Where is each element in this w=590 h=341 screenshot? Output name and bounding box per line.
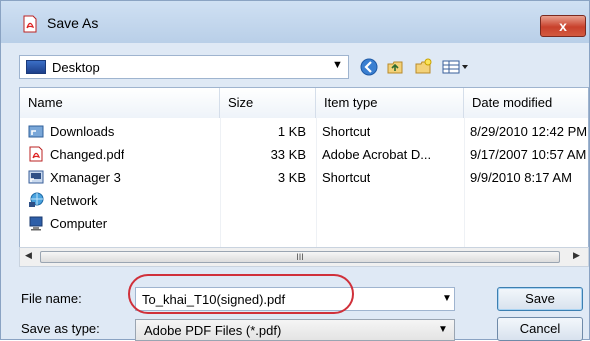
file-size: 33 KB (270, 147, 306, 162)
file-date: 8/29/2010 12:42 PM (470, 124, 588, 139)
file-name: Network (50, 193, 98, 208)
chevron-down-icon[interactable]: ▼ (332, 59, 343, 71)
back-icon[interactable] (359, 57, 379, 77)
file-name: Computer (50, 216, 108, 231)
file-list: Name Size Item type Date modified Downlo… (19, 87, 589, 267)
file-name: Xmanager 3 (50, 170, 121, 185)
save-as-type-label: Save as type: (21, 321, 100, 336)
scrollbar-thumb[interactable]: III (40, 251, 560, 263)
address-location: Desktop (52, 60, 100, 75)
file-type: Shortcut (322, 170, 371, 185)
title-bar: Save As x (1, 1, 589, 43)
chevron-down-icon[interactable]: ▼ (442, 293, 452, 304)
file-name-label: File name: (21, 291, 82, 306)
computer-icon (28, 215, 44, 231)
save-as-type-select[interactable]: Adobe PDF Files (*.pdf) ▼ (135, 319, 455, 341)
list-item[interactable]: Downloads 1 KB Shortcut 8/29/2010 12:42 … (20, 121, 588, 143)
network-icon (28, 192, 44, 208)
column-header-name[interactable]: Name (20, 88, 220, 118)
views-menu-icon[interactable] (441, 57, 471, 77)
pdf-file-icon (28, 146, 44, 162)
close-icon: x (559, 18, 567, 34)
scroll-right-icon[interactable]: ▶ (573, 250, 580, 261)
address-bar[interactable]: Desktop ▼ (19, 55, 349, 79)
save-button[interactable]: Save (497, 287, 583, 311)
file-type: Adobe Acrobat D... (322, 147, 432, 162)
close-button[interactable]: x (540, 15, 586, 37)
shortcut-folder-icon (28, 123, 44, 139)
column-header-item-type[interactable]: Item type (316, 88, 464, 118)
list-item[interactable]: Xmanager 3 3 KB Shortcut 9/9/2010 8:17 A… (20, 167, 588, 189)
list-item[interactable]: Computer (20, 213, 588, 235)
save-as-type-value: Adobe PDF Files (*.pdf) (144, 323, 282, 338)
file-date: 9/9/2010 8:17 AM (470, 170, 572, 185)
highlight-annotation (128, 274, 354, 314)
scroll-left-icon[interactable]: ◀ (25, 250, 32, 261)
desktop-icon (26, 60, 46, 74)
file-type: Shortcut (322, 124, 371, 139)
up-folder-icon[interactable] (385, 57, 405, 77)
window-title: Save As (47, 15, 99, 31)
chevron-down-icon[interactable]: ▼ (438, 324, 448, 335)
scrollbar-grip: III (296, 252, 304, 262)
list-item[interactable]: Changed.pdf 33 KB Adobe Acrobat D... 9/1… (20, 144, 588, 166)
pdf-app-icon (21, 15, 39, 33)
list-item[interactable]: Network (20, 190, 588, 212)
shortcut-app-icon (28, 169, 44, 185)
column-header-size[interactable]: Size (220, 88, 316, 118)
file-name: Changed.pdf (50, 147, 125, 162)
cancel-button[interactable]: Cancel (497, 317, 583, 341)
new-folder-icon[interactable] (413, 57, 433, 77)
file-size: 1 KB (277, 124, 306, 139)
file-name: Downloads (50, 124, 115, 139)
file-size: 3 KB (277, 170, 306, 185)
save-as-dialog: Save As x Desktop ▼ Name Size Item type … (0, 0, 590, 341)
file-date: 9/17/2007 10:57 AM (470, 147, 587, 162)
horizontal-scrollbar[interactable]: ◀ III ▶ (19, 247, 589, 267)
column-header-date-modified[interactable]: Date modified (464, 88, 588, 118)
